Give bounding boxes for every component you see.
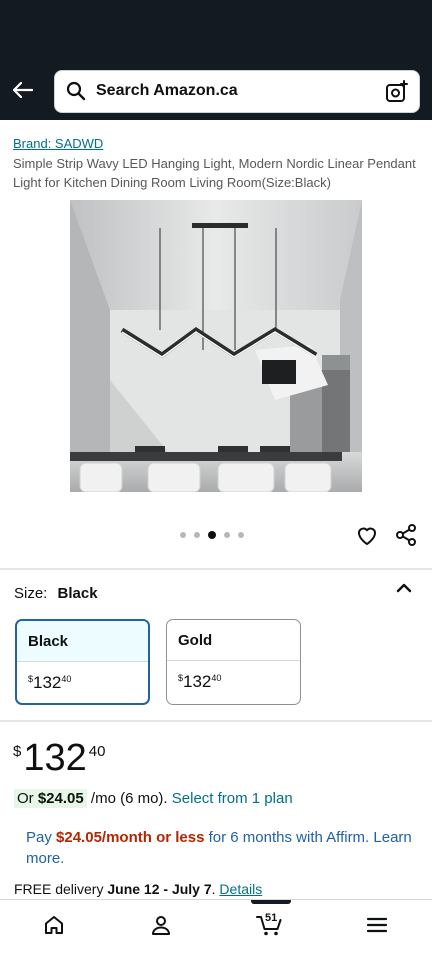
select-plan-link[interactable]: Select from 1 plan: [172, 790, 293, 807]
carousel-dot[interactable]: [180, 532, 186, 538]
carousel-dot[interactable]: [224, 532, 230, 538]
search-input[interactable]: Search Amazon.ca: [54, 70, 420, 113]
size-option-name: Gold: [167, 620, 300, 661]
carousel-dot[interactable]: [238, 532, 244, 538]
installment-offer: Or $24.05 /mo (6 mo). Select from 1 plan: [14, 789, 293, 808]
product-image[interactable]: [70, 200, 362, 492]
cart-count: 51: [265, 912, 278, 924]
size-option-price: $13240: [28, 673, 72, 692]
account-icon[interactable]: [146, 912, 176, 938]
bottom-nav: 51: [0, 899, 432, 969]
delivery-details-link[interactable]: Details: [219, 881, 262, 897]
image-carousel-dots: [180, 531, 244, 539]
size-selected-value: Black: [57, 585, 98, 602]
size-selector-header: Size: Black: [14, 585, 98, 602]
size-label: Size:: [14, 585, 48, 602]
search-header: Search Amazon.ca: [0, 62, 432, 120]
affirm-offer[interactable]: Pay $24.05/month or less for 6 months wi…: [26, 827, 416, 869]
share-icon[interactable]: [394, 523, 418, 547]
carousel-dot-active[interactable]: [208, 531, 216, 539]
carousel-dot[interactable]: [194, 532, 200, 538]
brand-link[interactable]: Brand: SADWD: [13, 136, 103, 151]
home-icon[interactable]: [39, 912, 69, 938]
product-title: Simple Strip Wavy LED Hanging Light, Mod…: [13, 156, 416, 190]
section-divider: [0, 720, 432, 722]
active-tab-indicator: [251, 900, 291, 904]
status-bar: [0, 0, 432, 62]
search-icon: [66, 81, 86, 106]
size-option-gold[interactable]: Gold $13240: [166, 619, 301, 705]
size-option-name: Black: [17, 621, 148, 662]
chevron-up-icon[interactable]: [394, 580, 414, 596]
heart-icon[interactable]: [355, 523, 379, 547]
section-divider: [0, 568, 432, 570]
delivery-info: FREE delivery June 12 - July 7. Details: [14, 881, 263, 897]
search-placeholder: Search Amazon.ca: [96, 82, 238, 99]
product-price: $ 132 40: [13, 737, 106, 779]
size-option-black[interactable]: Black $13240: [15, 619, 150, 705]
size-option-price: $13240: [178, 672, 222, 691]
menu-icon[interactable]: [362, 912, 392, 938]
installment-badge: Or $24.05: [14, 789, 87, 808]
camera-search-icon[interactable]: [385, 80, 409, 109]
back-arrow-icon[interactable]: [8, 74, 36, 106]
